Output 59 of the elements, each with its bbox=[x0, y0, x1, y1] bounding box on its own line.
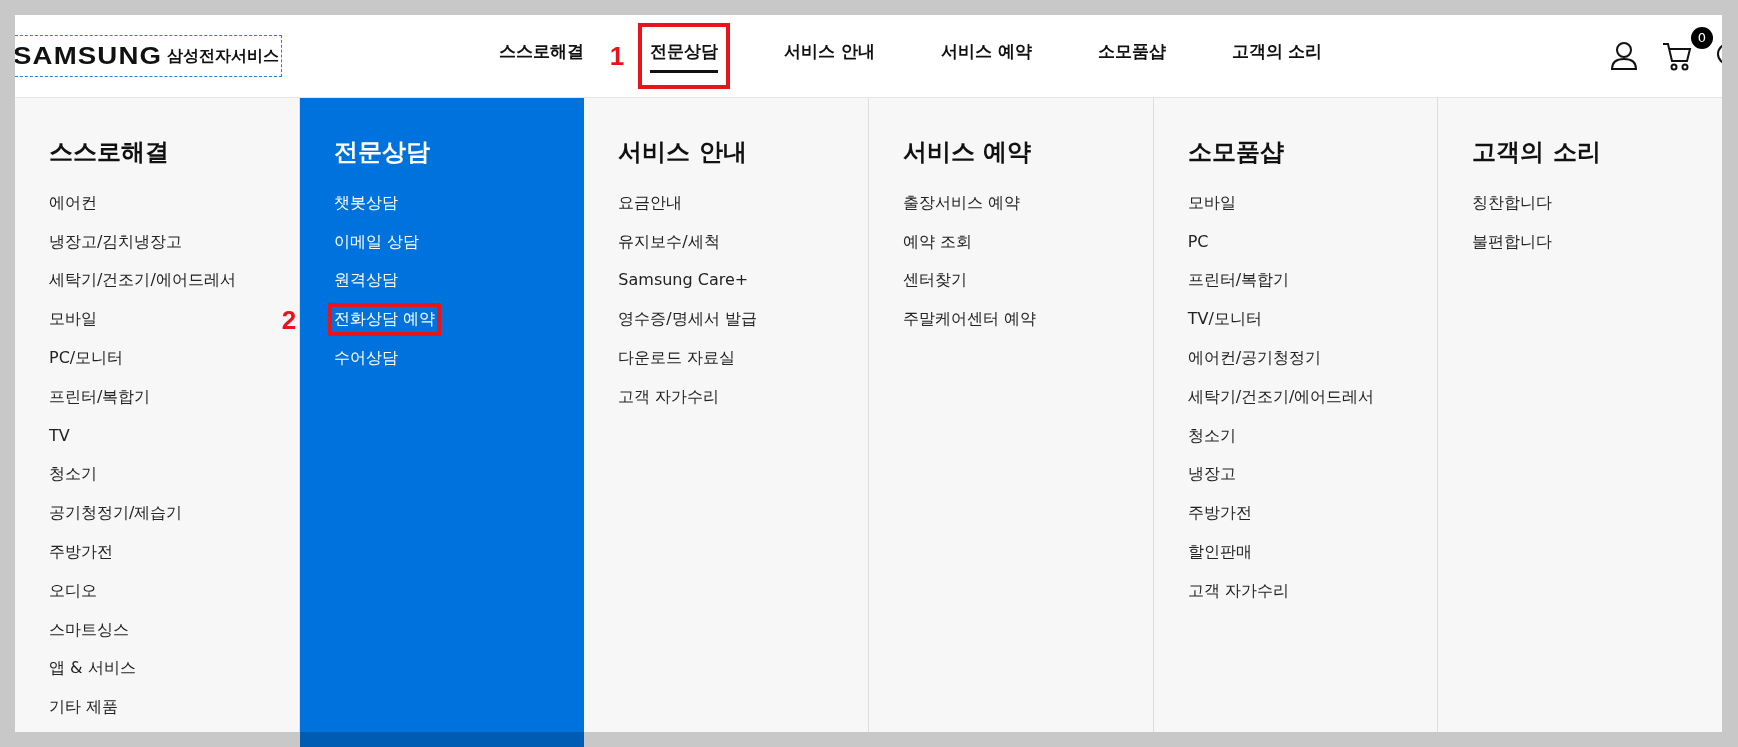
menu-link[interactable]: 예약 조회 bbox=[903, 231, 973, 253]
menu-link[interactable]: 주말케어센터 예약 bbox=[903, 309, 1037, 330]
menu-link[interactable]: 냉장고/김치냉장고 bbox=[49, 231, 183, 253]
nav-tab[interactable]: 스스로해결 bbox=[496, 34, 586, 78]
nav-tab[interactable]: 서비스 예약 bbox=[938, 34, 1034, 78]
cart-icon[interactable] bbox=[1662, 41, 1692, 71]
menu-link[interactable]: 출장서비스 예약 bbox=[903, 192, 1021, 214]
menu-link[interactable]: 세탁기/건조기/에어드레서 bbox=[49, 270, 236, 292]
menu-link[interactable]: 기타 제품 bbox=[49, 697, 119, 718]
nav-tab[interactable]: 고객의 소리 bbox=[1229, 34, 1325, 78]
menu-link[interactable]: 주방가전 bbox=[49, 541, 113, 563]
callout-number: 1 bbox=[609, 43, 625, 69]
menu-link[interactable]: PC bbox=[1187, 231, 1209, 253]
menu-link[interactable]: TV/모니터 bbox=[1187, 309, 1262, 330]
menu-link[interactable]: 칭찬합니다 bbox=[1472, 192, 1553, 214]
menu-link[interactable]: 수어상담 bbox=[333, 348, 398, 369]
menu-link[interactable]: 앱 & 서비스 bbox=[49, 658, 136, 680]
menu-link[interactable]: PC/모니터 bbox=[49, 348, 124, 369]
menu-link[interactable]: 전화상담 예약 bbox=[333, 309, 435, 330]
column-heading[interactable]: 고객의 소리 bbox=[1472, 138, 1703, 167]
column-heading[interactable]: 소모품샵 bbox=[1187, 138, 1418, 167]
menu-link[interactable]: 에어컨 bbox=[49, 192, 97, 214]
menu-link[interactable]: 할인판매 bbox=[1187, 541, 1252, 563]
menu-link[interactable]: 주방가전 bbox=[1187, 503, 1252, 524]
nav-tab[interactable]: 소모품샵 bbox=[1095, 34, 1168, 78]
menu-link[interactable]: 스마트싱스 bbox=[49, 619, 129, 641]
menu-link[interactable]: 오디오 bbox=[49, 580, 97, 602]
menu-link[interactable]: 챗봇상담 bbox=[333, 192, 398, 214]
nav-tab[interactable]: 서비스 안내 bbox=[781, 34, 877, 78]
menu-link[interactable]: 유지보수/세척 bbox=[618, 231, 720, 253]
menu-link[interactable]: 냉장고 bbox=[1187, 464, 1236, 486]
menu-link[interactable]: 공기청정기/제습기 bbox=[49, 503, 183, 524]
column-heading[interactable]: 전문상담 bbox=[333, 138, 564, 167]
menu-link[interactable]: 모바일 bbox=[1187, 192, 1236, 214]
menu-link[interactable]: 센터찾기 bbox=[903, 270, 967, 292]
menu-link[interactable]: TV bbox=[49, 425, 70, 447]
menu-link[interactable]: 청소기 bbox=[49, 464, 97, 486]
menu-link[interactable]: 원격상담 bbox=[333, 270, 398, 292]
menu-link[interactable]: 모바일 bbox=[49, 309, 97, 330]
menu-link[interactable]: 불편합니다 bbox=[1472, 231, 1553, 253]
menu-link[interactable]: Samsung Care+ bbox=[618, 270, 749, 292]
menu-link[interactable]: 요금안내 bbox=[618, 192, 683, 214]
menu-link[interactable]: 청소기 bbox=[1187, 425, 1236, 447]
menu-link[interactable]: 프린터/복합기 bbox=[1187, 270, 1290, 292]
menu-link[interactable]: 이메일 상담 bbox=[333, 231, 419, 253]
menu-link[interactable]: 고객 자가수리 bbox=[1187, 580, 1289, 602]
callout-number: 2 bbox=[281, 306, 297, 333]
menu-link[interactable]: 에어컨/공기청정기 bbox=[1187, 348, 1322, 369]
column-heading[interactable]: 서비스 안내 bbox=[618, 138, 848, 167]
menu-link[interactable]: 세탁기/건조기/에어드레서 bbox=[1187, 386, 1375, 408]
menu-link[interactable]: 고객 자가수리 bbox=[618, 386, 720, 408]
cart-count-badge: 0 bbox=[1691, 27, 1713, 49]
menu-link[interactable]: 다운로드 자료실 bbox=[618, 348, 736, 369]
column-heading[interactable]: 스스로해결 bbox=[49, 138, 279, 167]
menu-link[interactable]: 프린터/복합기 bbox=[49, 386, 151, 408]
user-icon[interactable] bbox=[1610, 41, 1638, 71]
nav-tab[interactable]: 전문상담 bbox=[647, 34, 720, 78]
column-heading[interactable]: 서비스 예약 bbox=[903, 138, 1133, 167]
menu-link[interactable]: 영수증/명세서 발급 bbox=[618, 309, 757, 330]
